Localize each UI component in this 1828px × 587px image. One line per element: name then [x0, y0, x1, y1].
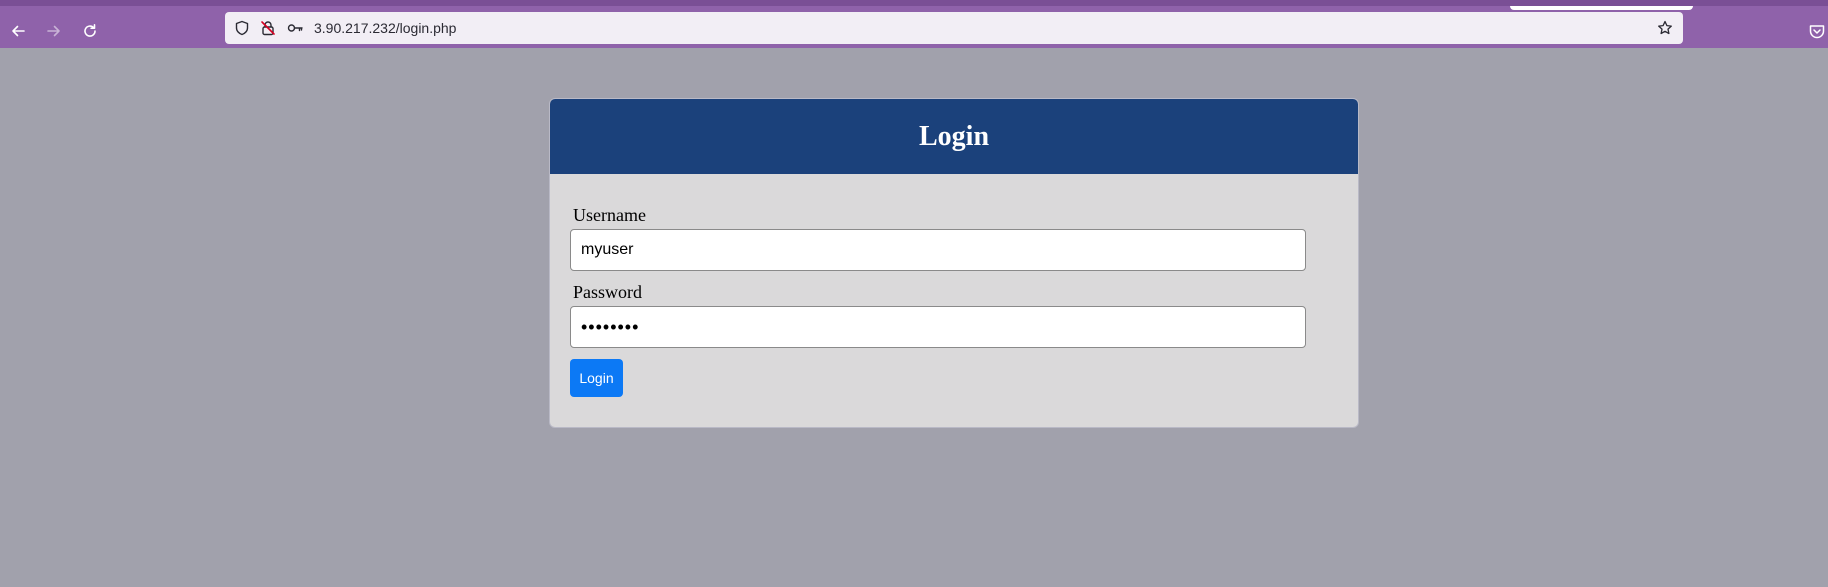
- password-label: Password: [573, 282, 643, 302]
- username-input[interactable]: [570, 229, 1306, 271]
- tracking-protection-shield-icon[interactable]: [234, 20, 250, 36]
- insecure-connection-lock-icon[interactable]: [260, 20, 276, 36]
- back-arrow-icon[interactable]: [5, 18, 31, 44]
- forward-arrow-icon[interactable]: [41, 18, 67, 44]
- login-title: Login: [918, 120, 990, 152]
- url-bar[interactable]: 3.90.217.232/login.php: [225, 12, 1683, 44]
- login-header: Login: [550, 99, 1358, 174]
- username-label: Username: [573, 205, 646, 225]
- password-input[interactable]: [570, 306, 1306, 348]
- browser-toolbar: 3.90.217.232/login.php: [0, 0, 1828, 48]
- popup-edge: [1510, 6, 1693, 10]
- saved-password-key-icon[interactable]: [287, 20, 303, 36]
- login-card: Login Username Password Login: [549, 98, 1359, 428]
- bookmark-star-icon[interactable]: [1657, 20, 1673, 36]
- login-button[interactable]: Login: [570, 359, 623, 397]
- url-text[interactable]: 3.90.217.232/login.php: [314, 20, 456, 36]
- pocket-icon[interactable]: [1808, 23, 1826, 41]
- reload-icon[interactable]: [77, 18, 103, 44]
